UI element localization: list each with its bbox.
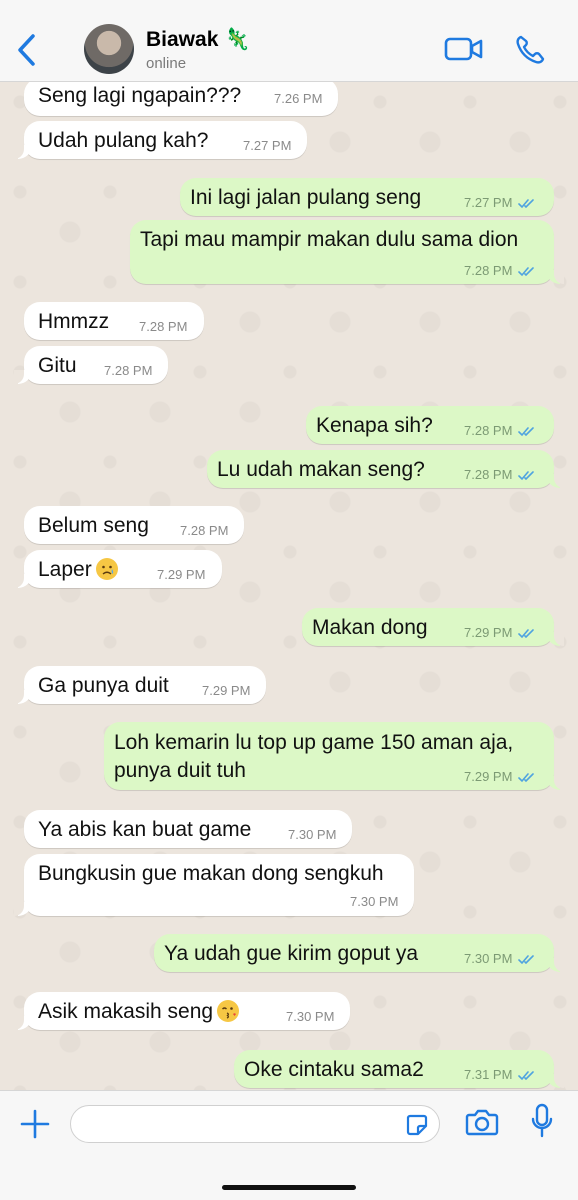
chat-header: Biawak 🦎 online (0, 0, 578, 82)
message-text: Oke cintaku sama2 (244, 1058, 424, 1081)
home-indicator (222, 1185, 356, 1190)
message-time-text: 7.28 PM (464, 263, 513, 278)
message-time-text: 7.30 PM (464, 951, 513, 966)
message-bubble[interactable]: Seng lagi ngapain??? 7.26 PM (24, 82, 338, 116)
avatar[interactable] (84, 24, 134, 74)
message-bubble[interactable]: Asik makasih seng 7.30 PM (14, 992, 350, 1030)
message-time: 7.28 PM (464, 263, 536, 278)
message-text: Lu udah makan seng? (217, 458, 425, 481)
message-time-text: 7.28 PM (464, 467, 513, 482)
plus-icon[interactable] (20, 1109, 50, 1139)
message-time-text: 7.28 PM (464, 423, 513, 438)
read-ticks-icon (518, 773, 535, 783)
message-bubble[interactable]: Belum seng 7.28 PM (24, 506, 244, 544)
sad-face-emoji-icon (96, 558, 118, 580)
read-ticks-icon (518, 471, 535, 481)
camera-icon[interactable] (465, 1107, 499, 1137)
message-text: Seng lagi ngapain??? (38, 84, 242, 107)
message-time: 7.28 PM (464, 467, 536, 482)
message-bubble[interactable]: Udah pulang kah? 7.27 PM (14, 121, 307, 159)
video-call-icon[interactable] (444, 36, 484, 62)
chat-area[interactable]: Seng lagi ngapain??? 7.26 PM Udah pulang… (0, 82, 578, 1090)
message-bubble[interactable]: Laper 7.29 PM (14, 550, 222, 588)
message-time: 7.28 PM (180, 523, 229, 538)
lizard-emoji: 🦎 (224, 28, 251, 51)
message-bubble[interactable]: Kenapa sih? 7.28 PM (306, 406, 554, 444)
message-text: Laper (38, 558, 118, 582)
message-bubble[interactable]: Oke cintaku sama2 7.31 PM (234, 1050, 564, 1088)
message-text-line-1: Loh kemarin lu top up game 150 aman aja, (114, 731, 514, 754)
contact-name[interactable]: Biawak 🦎 (146, 28, 250, 52)
message-time: 7.30 PM (464, 951, 536, 966)
message-time: 7.29 PM (157, 567, 206, 582)
message-time: 7.28 PM (104, 363, 153, 378)
message-time-text: 7.29 PM (464, 625, 513, 640)
message-text: Makan dong (312, 616, 428, 639)
message-text: Tapi mau mampir makan dulu sama dion (140, 228, 519, 251)
message-bubble[interactable]: Ini lagi jalan pulang seng 7.27 PM (180, 178, 554, 216)
message-input-field[interactable] (85, 1114, 389, 1137)
message-bubble[interactable]: Lu udah makan seng? 7.28 PM (207, 450, 564, 488)
message-text: Ya abis kan buat game (38, 818, 252, 841)
message-time: 7.27 PM (464, 195, 536, 210)
message-text: Ga punya duit (38, 674, 169, 697)
message-time: 7.27 PM (243, 138, 292, 153)
message-text-content: Laper (38, 558, 92, 581)
message-time-text: 7.27 PM (464, 195, 513, 210)
message-time: 7.29 PM (464, 769, 536, 784)
message-text: Belum seng (38, 514, 149, 537)
message-time: 7.28 PM (139, 319, 188, 334)
read-ticks-icon (518, 199, 535, 209)
message-bubble[interactable]: Ga punya duit 7.29 PM (14, 666, 266, 704)
back-chevron-icon[interactable] (14, 32, 40, 68)
sad-face-emoji (95, 558, 118, 580)
message-text: Asik makasih seng (38, 1000, 240, 1024)
message-time: 7.30 PM (350, 894, 399, 909)
contact-name-text: Biawak (146, 28, 219, 51)
message-time: 7.30 PM (288, 827, 337, 842)
voice-call-icon[interactable] (514, 34, 546, 66)
contact-status: online (146, 55, 187, 72)
message-bubble[interactable]: Hmmzz 7.28 PM (24, 302, 204, 340)
sticker-icon[interactable] (405, 1113, 429, 1137)
read-ticks-icon (518, 955, 535, 965)
message-bubble[interactable]: Makan dong 7.29 PM (302, 608, 564, 646)
message-text: Kenapa sih? (316, 414, 433, 437)
message-time: 7.28 PM (464, 423, 536, 438)
kissing-face-emoji (217, 1000, 240, 1022)
message-time: 7.29 PM (464, 625, 536, 640)
message-bubble[interactable]: Bungkusin gue makan dong sengkuh 7.30 PM (14, 854, 414, 916)
message-text: Udah pulang kah? (38, 129, 209, 152)
message-time: 7.30 PM (286, 1009, 335, 1024)
message-bubble[interactable]: Ya udah gue kirim goput ya 7.30 PM (154, 934, 564, 972)
message-bubble[interactable]: Ya abis kan buat game 7.30 PM (24, 810, 352, 848)
message-bubble[interactable]: Loh kemarin lu top up game 150 aman aja,… (104, 722, 564, 790)
message-input[interactable] (70, 1105, 440, 1143)
message-time: 7.29 PM (202, 683, 251, 698)
message-time-text: 7.29 PM (464, 769, 513, 784)
message-text: Ya udah gue kirim goput ya (164, 942, 419, 965)
read-ticks-icon (518, 267, 535, 277)
message-time-text: 7.31 PM (464, 1067, 513, 1082)
message-time: 7.26 PM (274, 91, 323, 106)
message-bubble[interactable]: Tapi mau mampir makan dulu sama dion 7.2… (130, 220, 564, 284)
message-composer (0, 1090, 578, 1200)
read-ticks-icon (518, 629, 535, 639)
kissing-face-emoji-icon (217, 1000, 239, 1022)
message-text: Gitu (38, 354, 77, 377)
message-text: Hmmzz (38, 310, 110, 333)
message-time: 7.31 PM (464, 1067, 536, 1082)
read-ticks-icon (518, 427, 535, 437)
read-ticks-icon (518, 1071, 535, 1081)
message-text: Bungkusin gue makan dong sengkuh (38, 862, 384, 885)
message-bubble[interactable]: Gitu 7.28 PM (14, 346, 168, 384)
message-text-line-2: punya duit tuh (114, 759, 246, 782)
microphone-icon[interactable] (530, 1103, 554, 1139)
message-text: Ini lagi jalan pulang seng (190, 186, 422, 209)
message-text-content: Asik makasih seng (38, 1000, 214, 1023)
